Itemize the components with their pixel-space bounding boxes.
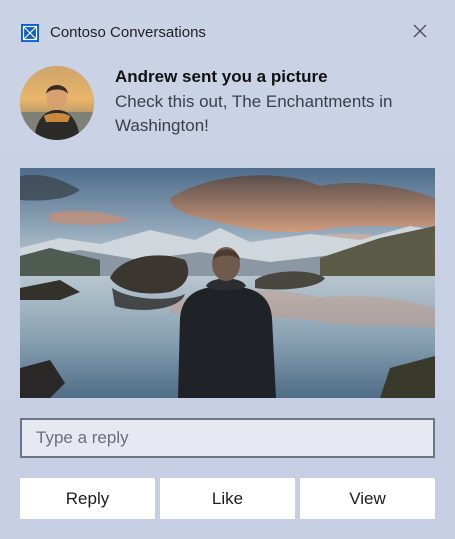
close-button[interactable] [406, 19, 434, 47]
app-logo-icon [21, 24, 39, 42]
hero-image[interactable] [20, 168, 435, 398]
reply-input[interactable] [20, 418, 435, 458]
like-button[interactable]: Like [160, 478, 295, 519]
view-button[interactable]: View [300, 478, 435, 519]
reply-button[interactable]: Reply [20, 478, 155, 519]
notification-body: Check this out, The Enchantments in Wash… [115, 92, 393, 135]
toast-notification[interactable]: Contoso Conversations Andrew sent you a … [0, 0, 455, 539]
avatar [20, 66, 94, 140]
app-name: Contoso Conversations [50, 24, 206, 41]
notification-title: Andrew sent you a picture [115, 67, 328, 86]
close-icon [413, 24, 427, 43]
